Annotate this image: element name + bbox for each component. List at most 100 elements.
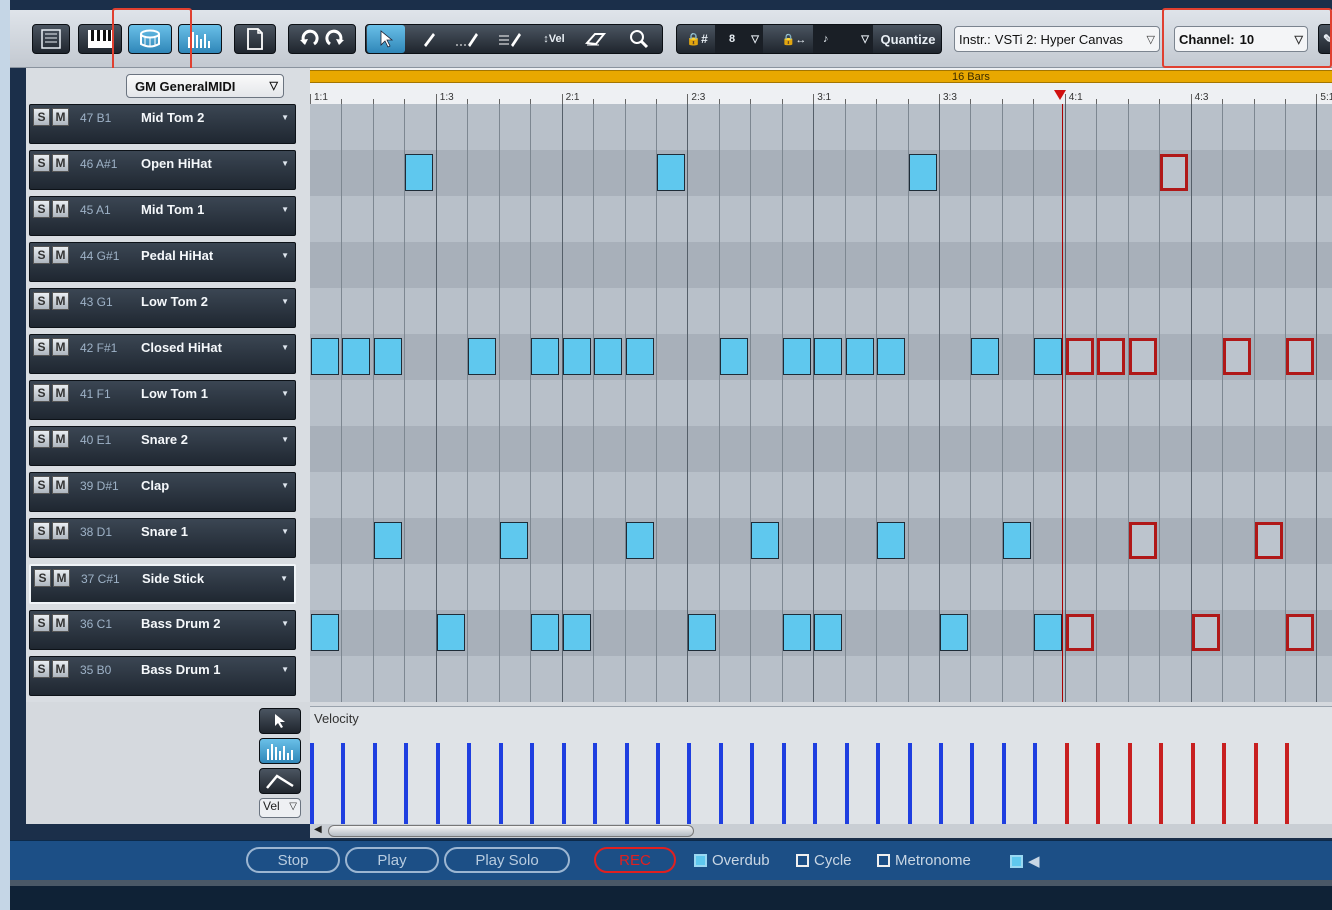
list-view-button[interactable]: [32, 24, 70, 54]
drum-track-row[interactable]: S M 43 G1 Low Tom 2 ▼: [29, 288, 296, 328]
drum-track-row[interactable]: S M 40 E1 Snare 2 ▼: [29, 426, 296, 466]
velocity-bar[interactable]: [624, 742, 629, 824]
recorded-velocity-bar[interactable]: [1159, 742, 1164, 824]
line-tool-button[interactable]: [450, 25, 486, 53]
overdub-box[interactable]: [694, 854, 707, 867]
track-menu-icon[interactable]: ▼: [281, 297, 289, 306]
note-event[interactable]: [688, 614, 717, 651]
mute-button[interactable]: M: [52, 430, 69, 448]
velocity-select-tool-button[interactable]: [259, 708, 301, 734]
track-menu-icon[interactable]: ▼: [281, 481, 289, 490]
velocity-bar[interactable]: [687, 742, 692, 824]
solo-button[interactable]: S: [33, 154, 50, 172]
solo-button[interactable]: S: [33, 246, 50, 264]
solo-button[interactable]: S: [33, 522, 50, 540]
note-event[interactable]: [625, 522, 654, 559]
velocity-bar[interactable]: [435, 742, 440, 824]
drum-track-row[interactable]: S M 47 B1 Mid Tom 2 ▼: [29, 104, 296, 144]
drum-track-row[interactable]: S M 41 F1 Low Tom 1 ▼: [29, 380, 296, 420]
note-event[interactable]: [908, 154, 937, 191]
mute-button[interactable]: M: [52, 338, 69, 356]
recorded-velocity-bar[interactable]: [1190, 742, 1195, 824]
play-button[interactable]: Play: [345, 847, 439, 873]
overdub-checkbox[interactable]: Overdub: [694, 852, 770, 869]
drum-track-row[interactable]: S M 36 C1 Bass Drum 2 ▼: [29, 610, 296, 650]
velocity-bar[interactable]: [341, 742, 346, 824]
note-event[interactable]: [1034, 338, 1063, 375]
note-event[interactable]: [436, 614, 465, 651]
metronome-box[interactable]: [877, 854, 890, 867]
velocity-bar[interactable]: [781, 742, 786, 824]
velocity-bar[interactable]: [939, 742, 943, 824]
velocity-tool-button[interactable]: ↕ Vel: [536, 25, 572, 53]
mute-button[interactable]: M: [52, 246, 69, 264]
velocity-bar[interactable]: [718, 742, 723, 824]
horizontal-scrollbar[interactable]: ◀: [310, 824, 1332, 838]
drum-track-row[interactable]: S M 39 D#1 Clap ▼: [29, 472, 296, 512]
redo-icon[interactable]: [322, 28, 348, 50]
velocity-bar[interactable]: [813, 742, 818, 824]
note-event[interactable]: [625, 338, 654, 375]
velocity-bar[interactable]: [404, 742, 409, 824]
undo-icon[interactable]: [296, 28, 322, 50]
mute-button[interactable]: M: [52, 476, 69, 494]
velocity-bar[interactable]: [970, 742, 975, 824]
velocity-bar[interactable]: [530, 742, 535, 824]
velocity-bar[interactable]: [593, 742, 598, 824]
timeline-ruler[interactable]: 16 Bars 1:1 1:3 2:1 2:3 3:1 3:3 4:1 4:3 5:1: [310, 68, 1332, 104]
sound-box[interactable]: [1010, 854, 1023, 868]
velocity-bar[interactable]: [310, 742, 314, 824]
note-event[interactable]: [562, 614, 591, 651]
solo-button[interactable]: S: [33, 200, 50, 218]
velocity-bar[interactable]: [467, 742, 472, 824]
note-event[interactable]: [877, 338, 906, 375]
track-menu-icon[interactable]: ▼: [281, 251, 289, 260]
note-event[interactable]: [531, 614, 560, 651]
scrollbar-thumb[interactable]: [328, 825, 694, 837]
metronome-checkbox[interactable]: Metronome: [877, 852, 971, 869]
note-event[interactable]: [940, 614, 968, 651]
note-event[interactable]: [342, 338, 371, 375]
quantize-button[interactable]: Quantize: [875, 25, 941, 53]
recorded-note-event[interactable]: [1254, 522, 1283, 559]
note-event[interactable]: [405, 154, 434, 191]
note-event[interactable]: [373, 522, 402, 559]
recorded-note-event[interactable]: [1065, 338, 1094, 375]
velocity-lane[interactable]: Velocity: [310, 706, 1332, 824]
note-event[interactable]: [311, 338, 339, 375]
drum-track-row[interactable]: S M 35 B0 Bass Drum 1 ▼: [29, 656, 296, 696]
velocity-bar[interactable]: [844, 742, 849, 824]
length-select[interactable]: ♪ ▽: [813, 25, 873, 53]
velocity-bar[interactable]: [561, 742, 566, 824]
pencil-tool-button[interactable]: [414, 25, 444, 53]
recorded-note-event[interactable]: [1097, 338, 1126, 375]
velocity-bar[interactable]: [907, 742, 912, 824]
track-menu-icon[interactable]: ▼: [281, 205, 289, 214]
recorded-note-event[interactable]: [1128, 522, 1157, 559]
recorded-velocity-bar[interactable]: [1222, 742, 1227, 824]
solo-button[interactable]: S: [33, 292, 50, 310]
recorded-note-event[interactable]: [1285, 338, 1314, 375]
play-solo-button[interactable]: Play Solo: [444, 847, 570, 873]
note-event[interactable]: [971, 338, 1000, 375]
mute-button[interactable]: M: [52, 108, 69, 126]
track-menu-icon[interactable]: ▼: [281, 435, 289, 444]
solo-button[interactable]: S: [33, 108, 50, 126]
mute-button[interactable]: M: [53, 569, 70, 587]
note-event[interactable]: [782, 614, 811, 651]
mute-button[interactable]: M: [52, 154, 69, 172]
instrument-select[interactable]: Instr.: VSTi 2: Hyper Canvas ▽: [954, 26, 1160, 52]
cycle-checkbox[interactable]: Cycle: [796, 852, 852, 869]
velocity-line-tool-button[interactable]: [259, 768, 301, 794]
velocity-bar[interactable]: [750, 742, 755, 824]
track-menu-icon[interactable]: ▼: [281, 113, 289, 122]
note-event[interactable]: [594, 338, 623, 375]
new-document-button[interactable]: [234, 24, 276, 54]
record-button[interactable]: REC: [594, 847, 676, 873]
drum-track-row[interactable]: S M 46 A#1 Open HiHat ▼: [29, 150, 296, 190]
note-event[interactable]: [1034, 614, 1063, 651]
drum-track-row[interactable]: S M 45 A1 Mid Tom 1 ▼: [29, 196, 296, 236]
note-event[interactable]: [531, 338, 560, 375]
select-tool-button[interactable]: [367, 25, 405, 53]
mute-button[interactable]: M: [52, 200, 69, 218]
